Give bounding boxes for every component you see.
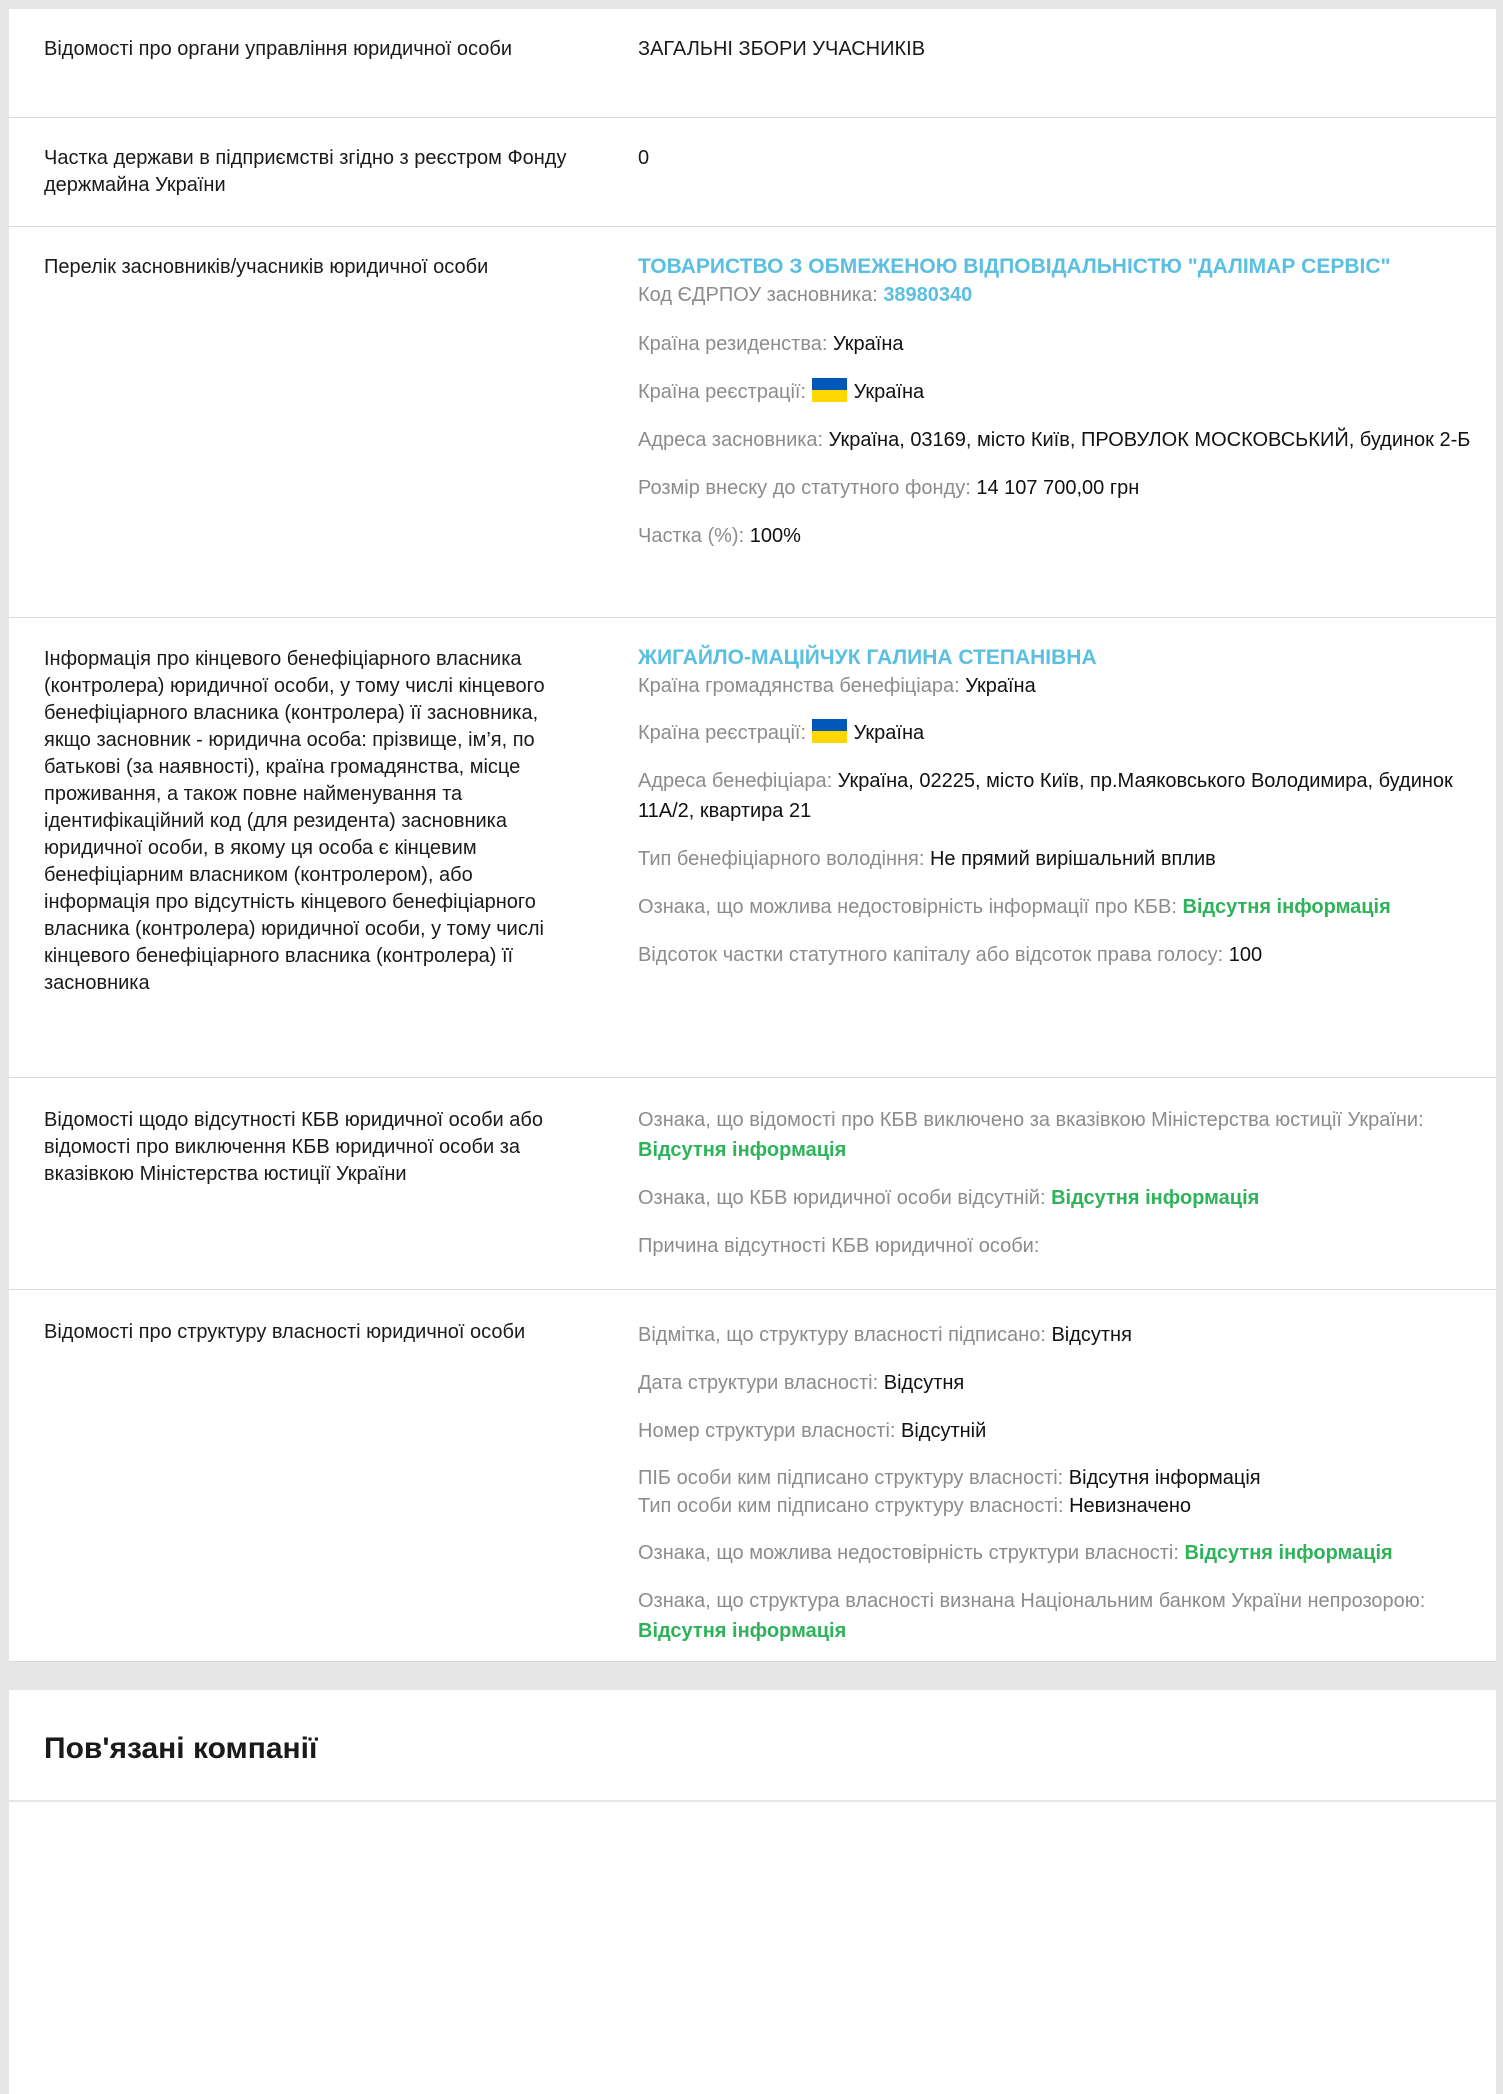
row-label: Перелік засновників/учасників юридичної …	[44, 256, 489, 278]
row-beneficiary: Інформація про кінцевого бенефіціарного …	[9, 618, 1496, 1078]
field-value: Україна, 03169, місто Київ, ПРОВУЛОК МОС…	[828, 429, 1471, 451]
field-label: Країна громадянства бенефіціара:	[638, 675, 960, 697]
field-label: Розмір внеску до статутного фонду:	[638, 477, 971, 499]
row-label: Частка держави в підприємстві згідно з р…	[44, 147, 567, 196]
founder-name-link[interactable]: ТОВАРИСТВО З ОБМЕЖЕНОЮ ВІДПОВІДАЛЬНІСТЮ …	[638, 253, 1478, 281]
field-value: Відсутня	[883, 1372, 965, 1394]
row-label: Відомості щодо відсутності КБВ юридичної…	[44, 1109, 543, 1185]
row-label: Відомості про органи управління юридично…	[44, 38, 513, 60]
field-label: Країна реєстрації:	[638, 722, 807, 744]
field-label: Відсоток частки статутного капіталу або …	[638, 944, 1224, 966]
field-label: Країна резиденства:	[638, 333, 828, 355]
field-value: Відсутня інформація	[638, 1139, 847, 1161]
structure-opaque-field: Ознака, що структура власності визнана Н…	[638, 1586, 1478, 1646]
founder-code-link[interactable]: 38980340	[883, 284, 972, 306]
kbv-excluded-field: Ознака, що відомості про КБВ виключено з…	[638, 1105, 1478, 1165]
field-value: Відсутня інформація	[1182, 896, 1391, 918]
beneficiary-percent-field: Відсоток частки статутного капіталу або …	[638, 940, 1478, 970]
beneficiary-address-field: Адреса бенефіціара: Україна, 02225, міст…	[638, 766, 1478, 826]
kbv-absence-details: Ознака, що відомості про КБВ виключено з…	[638, 1105, 1478, 1261]
field-label: Частка (%):	[638, 525, 745, 547]
field-label: Дата структури власності:	[638, 1372, 879, 1394]
field-value: Відсутня інформація	[1051, 1187, 1260, 1209]
field-label: Ознака, що відомості про КБВ виключено з…	[638, 1109, 1424, 1131]
beneficiary-ownership-field: Тип бенефіціарного володіння: Не прямий …	[638, 844, 1478, 874]
field-label: Адреса засновника:	[638, 429, 824, 451]
beneficiary-citizenship-field: Країна громадянства бенефіціара: Україна	[638, 672, 1478, 700]
field-label: Адреса бенефіціара:	[638, 770, 833, 792]
field-value: 100%	[749, 525, 801, 547]
structure-number-field: Номер структури власності: Відсутній	[638, 1416, 1478, 1446]
section-divider	[9, 1800, 1496, 1802]
field-value: Невизначено	[1069, 1495, 1192, 1517]
structure-signer-field: ПІБ особи ким підписано структуру власно…	[638, 1464, 1478, 1492]
field-label: Ознака, що КБВ юридичної особи відсутній…	[638, 1187, 1046, 1209]
field-value: Відсутня інформація	[1068, 1467, 1261, 1489]
field-value: Україна	[853, 722, 925, 744]
structure-signed-field: Відмітка, що структуру власності підписа…	[638, 1320, 1478, 1350]
field-value: Україна	[965, 675, 1036, 697]
field-value: Відсутня інформація	[638, 1620, 847, 1642]
founder-residence-field: Країна резиденства: Україна	[638, 329, 1478, 359]
row-management: Відомості про органи управління юридично…	[9, 9, 1496, 118]
founder-registration-field: Країна реєстрації: Україна	[638, 377, 1478, 407]
kbv-reason-field: Причина відсутності КБВ юридичної особи:	[638, 1231, 1478, 1261]
field-value: Україна	[832, 333, 904, 355]
related-companies-title: Пов'язані компанії	[44, 1732, 318, 1765]
field-label: Номер структури власності:	[638, 1420, 896, 1442]
row-state-share: Частка держави в підприємстві згідно з р…	[9, 118, 1496, 227]
row-label: Інформація про кінцевого бенефіціарного …	[44, 648, 545, 994]
field-value: Відсутня інформація	[1184, 1542, 1393, 1564]
field-label: Тип особи ким підписано структуру власно…	[638, 1495, 1064, 1517]
structure-signer-type-field: Тип особи ким підписано структуру власно…	[638, 1492, 1478, 1520]
founder-details: ТОВАРИСТВО З ОБМЕЖЕНОЮ ВІДПОВІДАЛЬНІСТЮ …	[638, 253, 1478, 551]
field-label: Тип бенефіціарного володіння:	[638, 848, 925, 870]
structure-unreliable-field: Ознака, що можлива недостовірність струк…	[638, 1538, 1478, 1568]
founder-contribution-field: Розмір внеску до статутного фонду: 14 10…	[638, 473, 1478, 503]
row-kbv-absence: Відомості щодо відсутності КБВ юридичної…	[9, 1078, 1496, 1290]
kbv-absent-field: Ознака, що КБВ юридичної особи відсутній…	[638, 1183, 1478, 1213]
beneficiary-unreliable-field: Ознака, що можлива недостовірність інфор…	[638, 892, 1478, 922]
related-companies-card: Пов'язані компанії	[9, 1690, 1496, 2094]
beneficiary-details: ЖИГАЙЛО-МАЦІЙЧУК ГАЛИНА СТЕПАНІВНА Країн…	[638, 644, 1478, 970]
structure-details: Відмітка, що структуру власності підписа…	[638, 1320, 1478, 1646]
ukraine-flag-icon	[811, 378, 847, 402]
field-label: Ознака, що можлива недостовірність струк…	[638, 1542, 1179, 1564]
field-label: Причина відсутності КБВ юридичної особи:	[638, 1235, 1040, 1257]
field-value: 100	[1228, 944, 1263, 966]
state-share-value: 0	[638, 147, 650, 169]
row-label: Відомості про структуру власності юридич…	[44, 1321, 526, 1343]
company-info-card: Відомості про органи управління юридично…	[9, 9, 1496, 1662]
beneficiary-name-link[interactable]: ЖИГАЙЛО-МАЦІЙЧУК ГАЛИНА СТЕПАНІВНА	[638, 644, 1478, 672]
founder-share-field: Частка (%): 100%	[638, 521, 1478, 551]
field-label: Відмітка, що структуру власності підписа…	[638, 1324, 1046, 1346]
field-label: ПІБ особи ким підписано структуру власно…	[638, 1467, 1064, 1489]
field-value: Не прямий вирішальний вплив	[929, 848, 1216, 870]
field-value: 14 107 700,00 грн	[976, 477, 1140, 499]
field-label: Ознака, що структура власності визнана Н…	[638, 1590, 1426, 1612]
field-label: Ознака, що можлива недостовірність інфор…	[638, 896, 1177, 918]
beneficiary-registration-field: Країна реєстрації: Україна	[638, 718, 1478, 748]
row-ownership-structure: Відомості про структуру власності юридич…	[9, 1290, 1496, 1662]
field-value: Україна	[853, 381, 925, 403]
field-label: Код ЄДРПОУ засновника:	[638, 284, 878, 306]
row-founders: Перелік засновників/учасників юридичної …	[9, 227, 1496, 618]
structure-date-field: Дата структури власності: Відсутня	[638, 1368, 1478, 1398]
management-value: ЗАГАЛЬНІ ЗБОРИ УЧАСНИКІВ	[638, 38, 926, 60]
founder-address-field: Адреса засновника: Україна, 03169, місто…	[638, 425, 1478, 455]
founder-code-field: Код ЄДРПОУ засновника: 38980340	[638, 281, 1478, 309]
ukraine-flag-icon	[811, 719, 847, 743]
field-value: Відсутній	[901, 1420, 987, 1442]
field-label: Країна реєстрації:	[638, 381, 807, 403]
field-value: Відсутня	[1051, 1324, 1132, 1346]
